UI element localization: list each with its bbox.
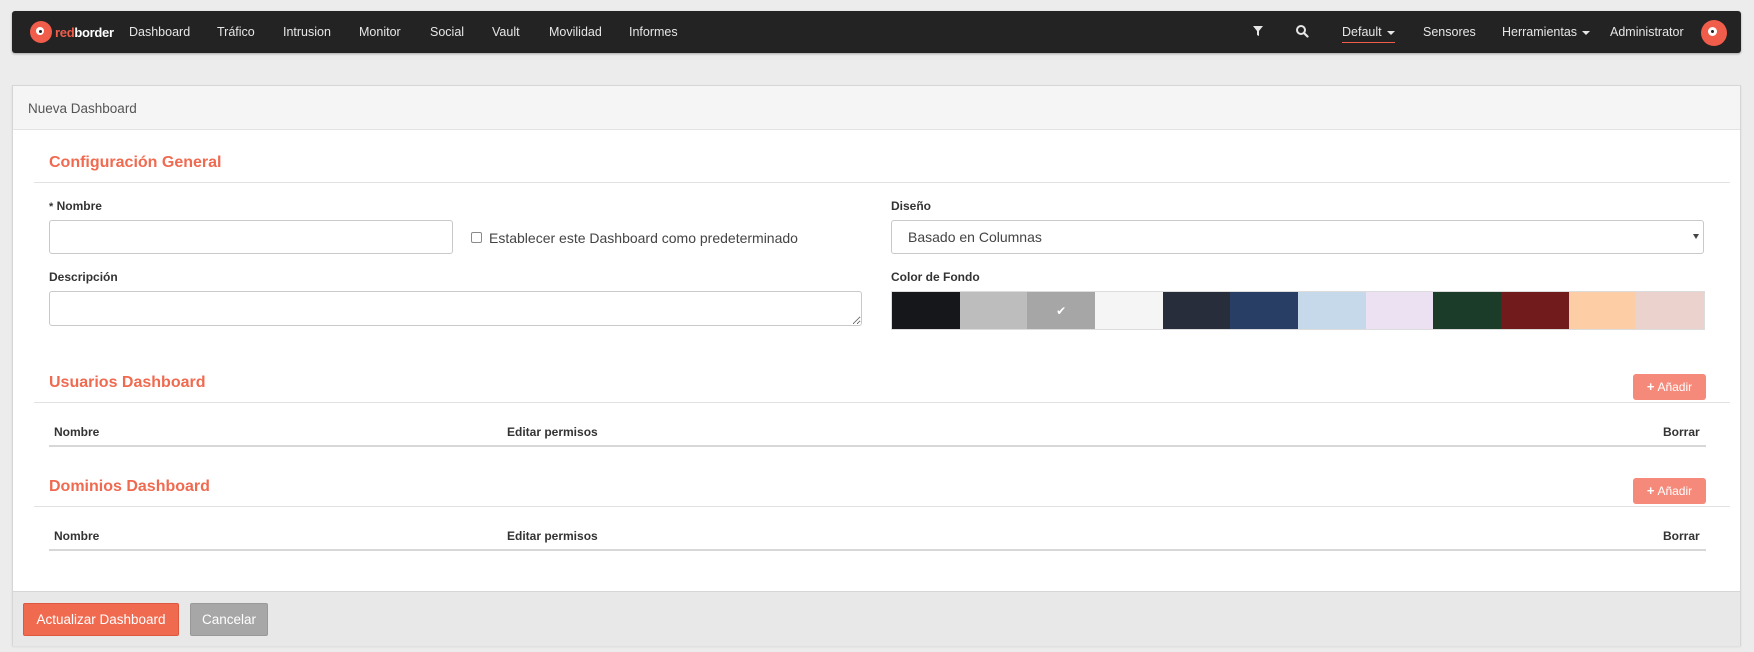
domains-col-delete: Borrar (1663, 529, 1700, 543)
color-swatch[interactable] (1298, 292, 1366, 329)
users-col-permissions: Editar permisos (507, 425, 598, 439)
avatar[interactable] (1701, 20, 1727, 46)
color-swatch[interactable]: ✔ (1027, 292, 1096, 329)
tools-menu[interactable]: Herramientas (1502, 23, 1591, 41)
tools-menu-label: Herramientas (1502, 25, 1578, 39)
add-user-label: Añadir (1657, 380, 1693, 394)
search-icon[interactable] (1295, 24, 1309, 38)
domains-section-title: Dominios Dashboard (49, 478, 210, 495)
nav-item-dashboard[interactable]: Dashboard (129, 23, 190, 41)
nav-item-monitor[interactable]: Monitor (359, 23, 401, 41)
add-user-button[interactable]: + Añadir (1633, 374, 1706, 400)
name-input[interactable] (49, 220, 453, 254)
table-header-rule (49, 549, 1706, 551)
dropdown-arrow-icon (1693, 234, 1699, 239)
table-header-rule (49, 445, 1706, 447)
color-swatch[interactable] (892, 292, 960, 329)
brand-logo[interactable]: redborder (30, 20, 114, 44)
users-col-name: Nombre (54, 425, 100, 439)
color-swatch[interactable] (959, 292, 1028, 329)
design-select-value: Basado en Columnas (908, 229, 1042, 245)
users-section-title: Usuarios Dashboard (49, 374, 206, 391)
nav-item-sensores[interactable]: Sensores (1423, 23, 1476, 41)
domains-col-name: Nombre (54, 529, 100, 543)
color-swatch[interactable] (1636, 292, 1705, 329)
section-divider (34, 506, 1730, 507)
color-swatch[interactable] (1501, 292, 1569, 329)
nav-item-vault[interactable]: Vault (492, 23, 520, 41)
general-config-title: Configuración General (49, 154, 222, 171)
brand-text-white: border (74, 24, 114, 40)
user-menu[interactable]: Administrator (1610, 23, 1684, 41)
bg-color-label: Color de Fondo (891, 270, 980, 284)
chevron-down-icon (1386, 30, 1395, 35)
dashboard-selector-label: Default (1342, 25, 1382, 39)
chevron-down-icon (1582, 30, 1591, 35)
nav-item-informes[interactable]: Informes (629, 23, 678, 41)
color-swatch[interactable] (1568, 292, 1637, 329)
domains-col-permissions: Editar permisos (507, 529, 598, 543)
dashboard-selector[interactable]: Default (1342, 23, 1395, 43)
color-swatch[interactable] (1162, 292, 1231, 329)
panel-title: Nueva Dashboard (28, 101, 137, 116)
plus-icon: + (1646, 483, 1655, 498)
section-divider (34, 182, 1730, 183)
default-dashboard-checkbox[interactable] (471, 232, 482, 243)
brand-text-red: red (55, 24, 75, 40)
nav-item-trafico[interactable]: Tráfico (217, 23, 255, 41)
check-icon: ✔ (1056, 303, 1067, 318)
panel-heading: Nueva Dashboard (13, 86, 1740, 130)
color-swatch[interactable] (1230, 292, 1299, 329)
name-label: * Nombre (49, 199, 102, 213)
required-mark: * (49, 201, 54, 213)
cancel-button[interactable]: Cancelar (190, 603, 268, 636)
description-textarea[interactable] (49, 291, 862, 326)
color-swatch[interactable] (1433, 292, 1502, 329)
color-swatch[interactable] (1095, 292, 1163, 329)
nav-item-movilidad[interactable]: Movilidad (549, 23, 602, 41)
plus-icon: + (1646, 379, 1655, 394)
bg-color-palette: ✔ (891, 291, 1705, 330)
design-label: Diseño (891, 199, 932, 213)
top-navbar: redborder Dashboard Tráfico Intrusion Mo… (12, 11, 1741, 53)
add-domain-label: Añadir (1657, 484, 1693, 498)
users-col-delete: Borrar (1663, 425, 1700, 439)
filter-icon[interactable] (1251, 24, 1265, 38)
nav-item-intrusion[interactable]: Intrusion (283, 23, 331, 41)
new-dashboard-panel: Nueva Dashboard Configuración General * … (12, 85, 1741, 646)
color-swatch[interactable] (1365, 292, 1434, 329)
design-select[interactable]: Basado en Columnas (891, 220, 1704, 254)
add-domain-button[interactable]: + Añadir (1633, 478, 1706, 504)
description-label: Descripción (49, 270, 118, 284)
panel-footer: Actualizar Dashboard Cancelar (13, 591, 1740, 646)
section-divider (34, 402, 1730, 403)
default-dashboard-label[interactable]: Establecer este Dashboard como predeterm… (489, 230, 798, 246)
brand-logo-icon (30, 21, 52, 43)
update-dashboard-button[interactable]: Actualizar Dashboard (23, 603, 179, 636)
nav-item-social[interactable]: Social (430, 23, 464, 41)
